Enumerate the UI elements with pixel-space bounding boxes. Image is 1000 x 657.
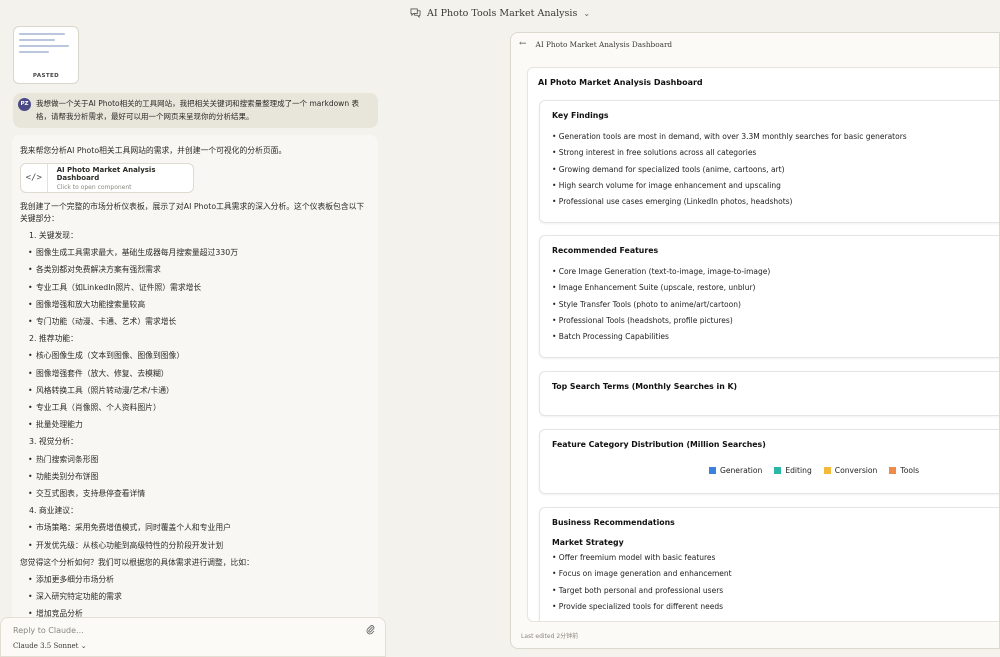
back-arrow-icon[interactable]: ←	[519, 39, 527, 49]
legend-item[interactable]: Generation	[708, 466, 763, 475]
code-icon: </>	[21, 164, 48, 192]
chat-thread[interactable]: PASTED PZ 我想做一个关于AI Photo相关的工具网站，我把相关关键词…	[0, 26, 392, 626]
list-item: • Batch Processing Capabilities	[552, 332, 669, 342]
list-item: 开发优先级：从核心功能到高级特性的分阶段开发计划	[20, 537, 370, 554]
pasted-label: PASTED	[32, 73, 60, 79]
list-item: 专业工具（肖像照、个人资料图片）	[20, 399, 370, 416]
recommended-features-card: Recommended Features • Core Image Genera…	[539, 235, 999, 358]
list-item: • Generation tools are most in demand, w…	[552, 132, 907, 141]
reply-summary: 我创建了一个完整的市场分析仪表板，展示了对AI Photo工具需求的深入分析。这…	[20, 202, 365, 223]
list-item: • Style Transfer Tools (photo to anime/a…	[552, 299, 741, 309]
card-title: Top Search Terms (Monthly Searches in K)	[552, 382, 738, 391]
list-item: 交互式图表，支持悬停查看详情	[20, 485, 370, 502]
artifact-subtitle: Click to open component	[56, 183, 132, 191]
legend-swatch	[823, 467, 831, 474]
key-findings-card: Key Findings • Generation tools are most…	[539, 100, 999, 223]
reply-input-box[interactable]: Reply to Claude... Claude 3.5 Sonnet ⌄	[0, 617, 386, 657]
list-item: 深入研究特定功能的需求	[20, 588, 370, 605]
section-heading: 3. 视觉分析：	[29, 437, 78, 447]
legend-label: Conversion	[834, 466, 878, 475]
card-subtitle: Market Strategy	[552, 538, 624, 547]
dashboard-title: AI Photo Market Analysis Dashboard	[538, 78, 703, 87]
model-selector[interactable]: Claude 3.5 Sonnet ⌄	[13, 642, 87, 650]
card-title: Business Recommendations	[552, 518, 675, 527]
user-message-text: 我想做一个关于AI Photo相关的工具网站，我把相关关键词和搜索量整理成了一个…	[36, 99, 359, 121]
list-item: 功能类别分布饼图	[20, 468, 370, 485]
section-heading: 1. 关键发现：	[29, 231, 78, 240]
card-title: Feature Category Distribution (Million S…	[552, 440, 766, 449]
artifact-panel-title: AI Photo Market Analysis Dashboard	[535, 39, 673, 49]
legend-label: Generation	[719, 466, 763, 475]
artifact-title: AI Photo Market Analysis Dashboard	[56, 165, 156, 182]
legend-item[interactable]: Editing	[774, 466, 812, 475]
legend-swatch	[774, 467, 782, 474]
list-item: • Professional use cases emerging (Linke…	[552, 197, 793, 207]
conversation-title-bar[interactable]: AI Photo Tools Market Analysis ⌄	[0, 0, 1000, 26]
chevron-down-icon: ⌄	[80, 642, 87, 650]
dashboard[interactable]: AI Photo Market Analysis Dashboard Key F…	[527, 67, 999, 622]
conversation-title: AI Photo Tools Market Analysis	[426, 7, 578, 19]
top-search-terms-card: Top Search Terms (Monthly Searches in K)	[539, 371, 999, 416]
pasted-preview	[14, 27, 78, 55]
list-item: • Strong interest in free solutions acro…	[552, 148, 757, 158]
artifact-panel: ← AI Photo Market Analysis Dashboard AI …	[510, 32, 1000, 649]
list-item: • Offer freemium model with basic featur…	[552, 553, 716, 562]
list-item: 各类别都对免费解决方案有强烈需求	[20, 261, 370, 278]
legend-swatch	[889, 467, 897, 474]
list-item: 专业工具（如LinkedIn照片、证件照）需求增长	[20, 279, 370, 296]
legend-item[interactable]: Tools	[889, 466, 919, 475]
list-item: 热门搜索词条形图	[20, 451, 370, 468]
list-item: • Growing demand for specialized tools (…	[552, 164, 785, 174]
list-item: 添加更多细分市场分析	[20, 571, 370, 588]
reply-input[interactable]: Reply to Claude...	[13, 626, 84, 635]
list-item: • Image Enhancement Suite (upscale, rest…	[552, 283, 756, 293]
list-item: 批量处理能力	[20, 416, 370, 433]
list-item: 图像增强和放大功能搜索量较高	[20, 296, 370, 313]
list-item: 图像生成工具需求最大，基础生成器每月搜索量超过330万	[20, 244, 370, 261]
business-recommendations-card: Business Recommendations Market Strategy…	[539, 507, 999, 621]
list-item: • Core Image Generation (text-to-image, …	[552, 267, 771, 276]
artifact-panel-header: ← AI Photo Market Analysis Dashboard	[511, 33, 999, 55]
list-item: • High search volume for image enhanceme…	[552, 180, 781, 190]
artifact-card[interactable]: </> AI Photo Market Analysis Dashboard C…	[20, 163, 194, 193]
chat-bubbles-icon	[410, 8, 421, 18]
legend-swatch	[708, 467, 716, 474]
legend-label: Tools	[900, 466, 920, 475]
reply-closing: 您觉得这个分析如何？我们可以根据您的具体需求进行调整，比如：	[20, 557, 254, 567]
pasted-attachment[interactable]: PASTED	[13, 26, 79, 84]
section-heading: 2. 推荐功能：	[29, 334, 78, 344]
list-item: • Focus on image generation and enhancem…	[552, 569, 732, 579]
list-item: 图像增强套件（放大、修复、去模糊）	[20, 365, 370, 382]
last-edited-label: Last edited 2分钟前	[521, 633, 579, 640]
category-distribution-card: Feature Category Distribution (Million S…	[539, 429, 999, 494]
legend-item[interactable]: Conversion	[823, 466, 878, 475]
assistant-message: 我来帮您分析AI Photo相关工具网站的需求，并创建一个可视化的分析页面。 <…	[12, 135, 378, 626]
list-item: 专门功能（动漫、卡通、艺术）需求增长	[20, 313, 370, 330]
list-item: • Target both personal and professional …	[552, 585, 724, 595]
avatar: PZ	[18, 98, 31, 111]
list-item: • Professional Tools (headshots, profile…	[552, 315, 733, 325]
list-item: 核心图像生成（文本到图像、图像到图像）	[20, 347, 370, 364]
list-item: • Provide specialized tools for differen…	[552, 601, 724, 611]
card-title: Recommended Features	[552, 246, 659, 255]
chart-legend: Generation Editing Conversion Tools	[622, 466, 999, 475]
model-name: Claude 3.5 Sonnet	[13, 642, 79, 650]
user-message: PZ 我想做一个关于AI Photo相关的工具网站，我把相关关键词和搜索量整理成…	[13, 93, 378, 128]
card-title: Key Findings	[552, 111, 609, 120]
chevron-down-icon: ⌄	[583, 8, 591, 18]
legend-label: Editing	[785, 466, 812, 475]
paperclip-icon[interactable]	[366, 624, 375, 638]
list-item: 风格转换工具（照片转动漫/艺术/卡通）	[20, 382, 370, 399]
section-heading: 4. 商业建议：	[29, 506, 78, 516]
reply-intro: 我来帮您分析AI Photo相关工具网站的需求，并创建一个可视化的分析页面。	[20, 146, 287, 155]
list-item: 市场策略：采用免费增值模式，同时覆盖个人和专业用户	[20, 519, 370, 536]
